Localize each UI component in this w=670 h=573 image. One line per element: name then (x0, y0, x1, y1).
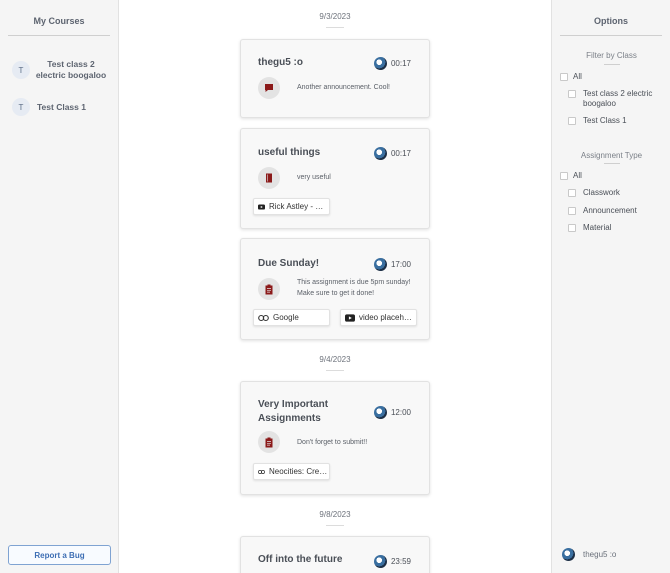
attachment-chip[interactable]: Rick Astley - Never Gonna Give You Up (253, 198, 330, 215)
youtube-icon (258, 203, 265, 210)
attachment-label: video placeholder (359, 313, 416, 322)
date-header: 9/8/2023 (319, 510, 351, 519)
type-checkbox-material[interactable]: Material (568, 223, 611, 233)
checkbox[interactable] (568, 117, 576, 125)
divider (604, 64, 620, 65)
author-avatar-icon (373, 406, 387, 419)
user-avatar-icon (562, 548, 575, 561)
post-title: Due Sunday! (258, 258, 320, 269)
post-card[interactable]: Off into the future 23:59 (240, 536, 430, 573)
checkbox-label: All (573, 171, 582, 180)
attachment-chip[interactable]: Neocities: Create your own free website (253, 463, 330, 480)
type-checkbox-classwork[interactable]: Classwork (568, 188, 620, 198)
divider (8, 35, 110, 36)
user-name: thegu5 :o (583, 550, 617, 559)
filter-heading: Filter by Class (586, 51, 637, 60)
options-sidebar: Options Filter by Class All Test class 2… (551, 0, 670, 573)
checkbox[interactable] (568, 90, 576, 98)
post-title: useful things (258, 147, 321, 158)
courses-sidebar: My Courses T Test class 2 electric booga… (0, 0, 119, 573)
checkbox-label: Test Class 1 (583, 116, 627, 125)
date-header: 9/4/2023 (319, 355, 351, 364)
announcement-icon (258, 77, 280, 99)
post-card[interactable]: Due Sunday! 17:00 This assignment is due… (240, 238, 430, 340)
post-title: Very Important Assignments (258, 399, 329, 424)
post-title: Off into the future (258, 554, 343, 565)
post-time: 23:59 (390, 557, 411, 566)
post-title: thegu5 :o (258, 57, 303, 68)
checkbox-label: Classwork (583, 188, 620, 197)
course-item-test-class-2[interactable]: T Test class 2 electric boogaloo (12, 59, 107, 81)
post-description: This assignment is due 5pm sunday! Make … (297, 278, 411, 299)
filter-checkbox-test-class-2[interactable]: Test class 2 electric boogaloo (568, 89, 655, 109)
checkbox-label: Material (583, 223, 612, 232)
description-line: Make sure to get it done! (297, 289, 375, 297)
checkbox-label: All (573, 72, 582, 81)
post-description: Don't forget to submit!! (297, 439, 368, 446)
post-card[interactable]: useful things 00:17 very useful Rick Ast… (240, 128, 430, 229)
date-divider (326, 525, 344, 526)
checkbox[interactable] (568, 224, 576, 232)
post-time: 00:17 (390, 149, 411, 158)
post-time: 17:00 (390, 260, 411, 269)
post-description: Another announcement. Cool! (297, 84, 391, 91)
post-card[interactable]: Very Important Assignments 12:00 Don't f… (240, 381, 430, 495)
checkbox-label: Test class 2 electric boogaloo (583, 89, 653, 108)
course-avatar: T (12, 98, 30, 116)
type-heading: Assignment Type (580, 151, 643, 160)
link-icon (258, 314, 269, 321)
report-bug-button[interactable]: Report a Bug (8, 545, 111, 565)
author-avatar-icon (373, 147, 387, 160)
post-meta: 17:00 (373, 258, 411, 271)
filter-checkbox-all[interactable]: All (560, 72, 582, 82)
post-time: 12:00 (390, 408, 411, 417)
course-avatar: T (12, 61, 30, 79)
description-line: This assignment is due 5pm sunday! (297, 279, 411, 286)
material-icon (258, 167, 280, 189)
sidebar-title: Options (594, 16, 628, 26)
author-avatar-icon (373, 555, 387, 568)
date-divider (326, 27, 344, 28)
checkbox[interactable] (568, 189, 576, 197)
post-meta: 00:17 (373, 57, 411, 70)
date-header: 9/3/2023 (319, 12, 351, 21)
link-icon (258, 469, 265, 474)
post-description: very useful (297, 174, 331, 181)
user-profile[interactable]: thegu5 :o (562, 548, 616, 561)
type-checkbox-announcement[interactable]: Announcement (568, 206, 637, 216)
attachment-label: Neocities: Create your own free website (269, 467, 329, 476)
checkbox[interactable] (568, 207, 576, 215)
date-divider (326, 370, 344, 371)
assignment-icon (258, 431, 280, 453)
filter-checkbox-test-class-1[interactable]: Test Class 1 (568, 116, 627, 126)
divider (604, 163, 620, 164)
attachment-chip[interactable]: video placeholder (340, 309, 417, 326)
attachment-chip[interactable]: Google (253, 309, 330, 326)
checkbox[interactable] (560, 73, 568, 81)
attachment-label: Google (273, 313, 299, 322)
course-name: Test Class 1 (37, 101, 86, 112)
youtube-icon (345, 313, 355, 322)
course-item-test-class-1[interactable]: T Test Class 1 (12, 98, 86, 116)
sidebar-title: My Courses (33, 16, 85, 26)
post-meta: 12:00 (373, 406, 411, 419)
divider (560, 35, 662, 36)
post-meta: 23:59 (373, 555, 411, 568)
type-checkbox-all[interactable]: All (560, 171, 582, 181)
attachment-label: Rick Astley - Never Gonna Give You Up (269, 202, 329, 211)
assignment-icon (258, 278, 280, 300)
post-time: 00:17 (390, 59, 411, 68)
author-avatar-icon (373, 258, 387, 271)
checkbox[interactable] (560, 172, 568, 180)
course-name: Test class 2 electric boogaloo (35, 59, 107, 80)
post-card[interactable]: thegu5 :o 00:17 Another announcement. Co… (240, 39, 430, 118)
checkbox-label: Announcement (583, 206, 637, 215)
author-avatar-icon (373, 57, 387, 70)
post-meta: 00:17 (373, 147, 411, 160)
